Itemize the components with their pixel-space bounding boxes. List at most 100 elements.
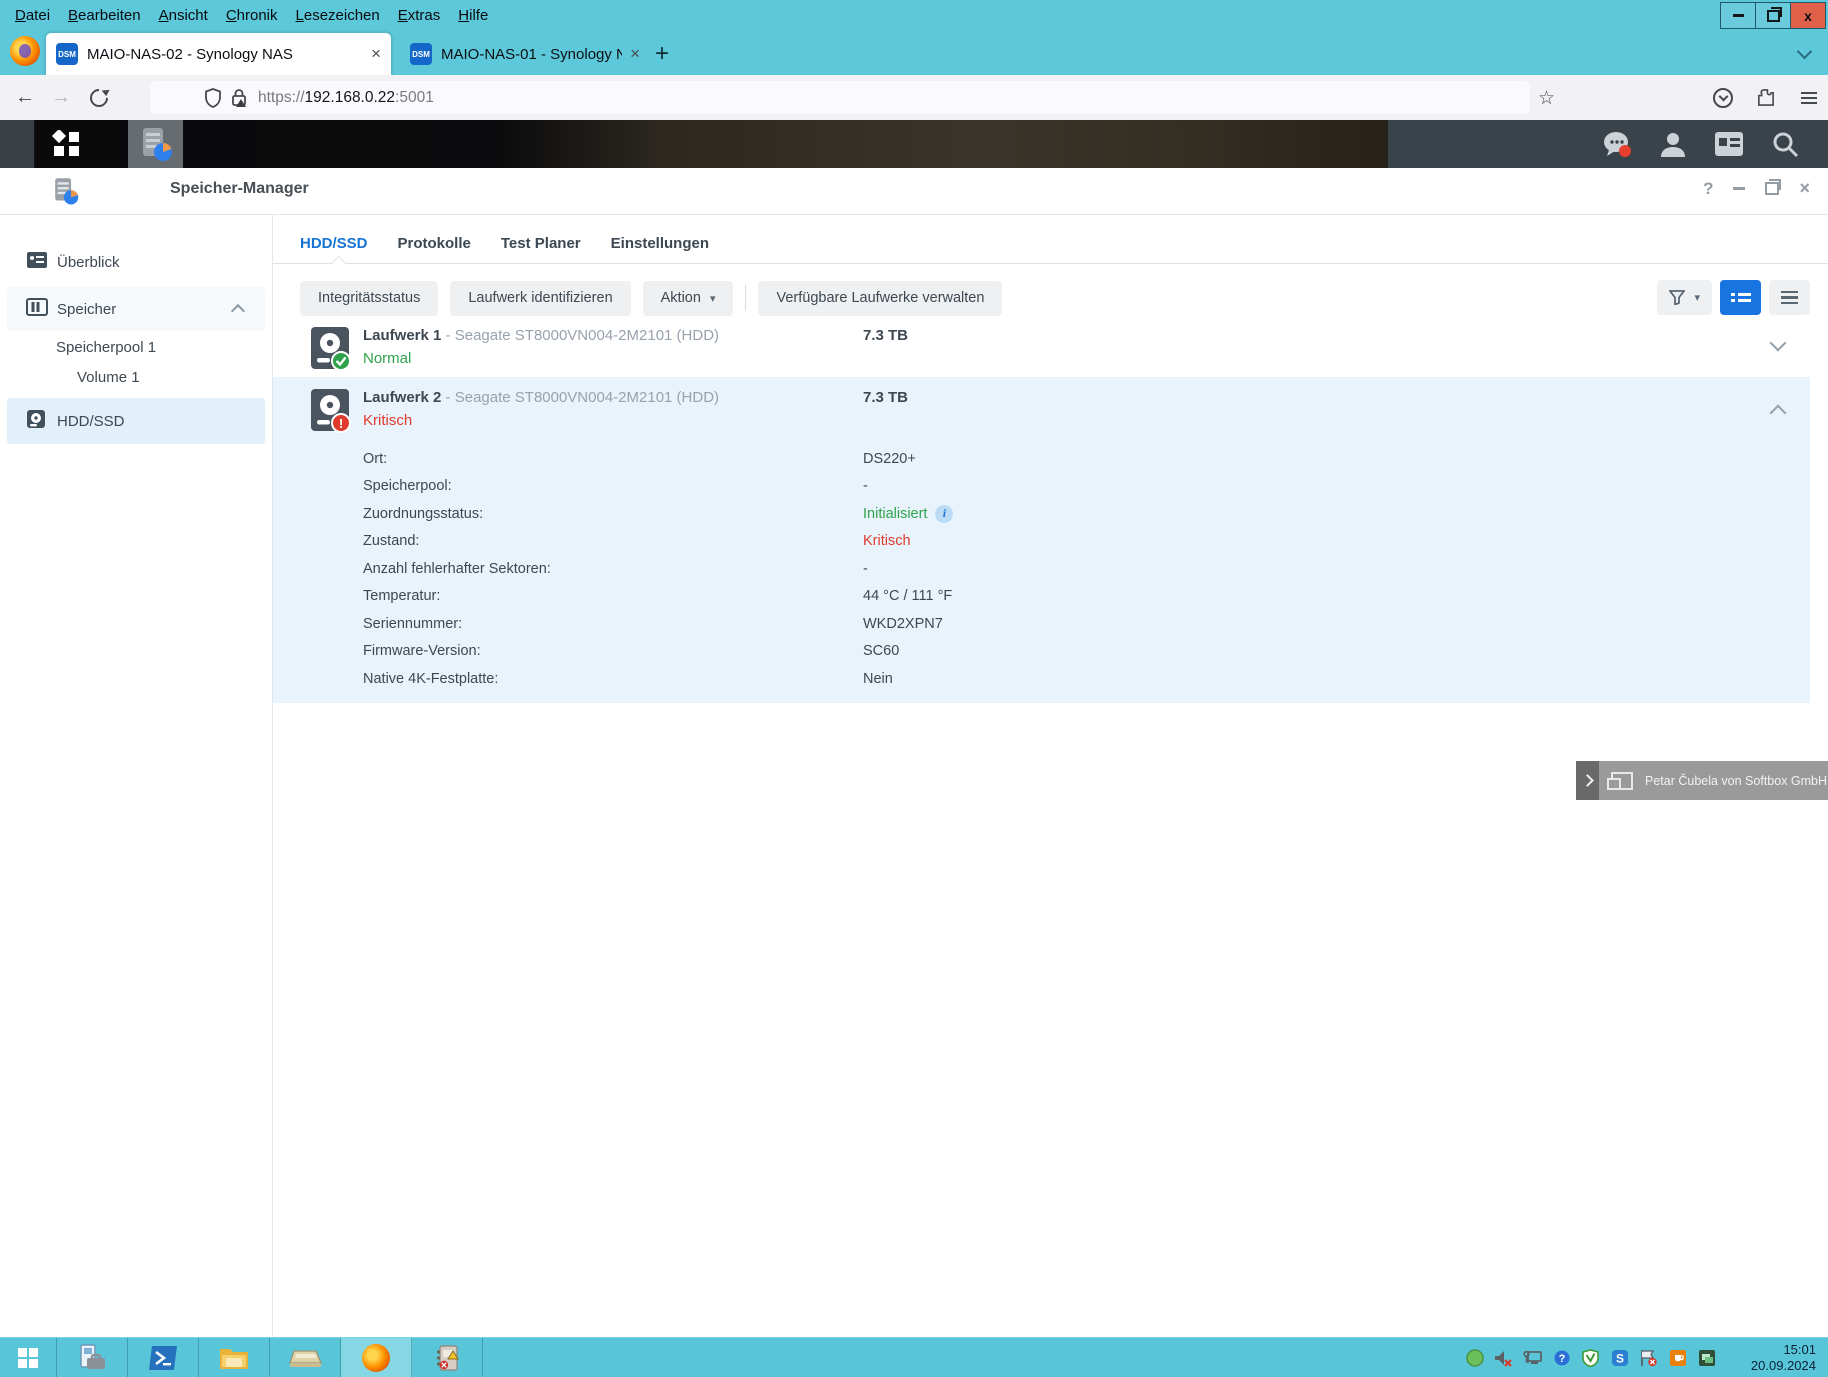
tab-close-icon[interactable]: × bbox=[371, 44, 381, 64]
taskbar-powershell[interactable] bbox=[128, 1338, 199, 1377]
clock-time: 15:01 bbox=[1724, 1342, 1816, 1358]
os-taskbar: ? S 15:01 20.09.2024 bbox=[0, 1337, 1828, 1377]
system-tray: ? S bbox=[1465, 1338, 1724, 1377]
tray-java-update-icon[interactable] bbox=[1668, 1348, 1687, 1367]
detail-row-fehlerhafte-sektoren: Anzahl fehlerhafter Sektoren: - bbox=[363, 555, 1810, 583]
restore-button[interactable] bbox=[1765, 182, 1779, 195]
taskbar-firefox[interactable] bbox=[341, 1338, 412, 1377]
toolbar-right: ▾ bbox=[1657, 280, 1810, 315]
lock-warning-icon[interactable] bbox=[230, 88, 248, 108]
storage-manager-icon bbox=[139, 126, 173, 162]
health-status-button[interactable]: Integritätsstatus bbox=[300, 281, 438, 316]
menu-ansicht[interactable]: Ansicht bbox=[150, 7, 217, 24]
tab-close-icon[interactable]: × bbox=[630, 44, 640, 64]
svg-text:!: ! bbox=[339, 416, 343, 431]
url-bar[interactable]: https://192.168.0.22:5001 bbox=[150, 81, 1530, 114]
manage-available-drives-button[interactable]: Verfügbare Laufwerke verwalten bbox=[758, 281, 1002, 316]
back-button[interactable]: ← bbox=[8, 75, 42, 120]
dsm-taskbar-storage-manager[interactable] bbox=[128, 120, 183, 168]
tab-test-planer[interactable]: Test Planer bbox=[501, 235, 581, 252]
tray-volume-muted-icon[interactable] bbox=[1494, 1348, 1513, 1367]
tab-list-chevron-icon[interactable] bbox=[1799, 44, 1810, 62]
browser-tab-1[interactable]: DSM MAIO-NAS-02 - Synology NAS × bbox=[46, 33, 391, 75]
menu-extras[interactable]: Extras bbox=[389, 7, 450, 24]
overlay-expand-chevron-icon[interactable] bbox=[1576, 761, 1599, 800]
menu-datei[interactable]: Datei bbox=[6, 7, 59, 24]
tab-protokolle[interactable]: Protokolle bbox=[398, 235, 471, 252]
sidebar-item-speicherpool-1[interactable]: Speicherpool 1 bbox=[7, 332, 265, 362]
pocket-icon[interactable] bbox=[1706, 75, 1740, 120]
collapse-chevron-icon[interactable] bbox=[1770, 405, 1787, 422]
remote-session-overlay[interactable]: Petar Čubela von Softbox GmbH bbox=[1576, 761, 1828, 800]
drive-row-2[interactable]: ! Laufwerk 2 - Seagate ST8000VN004-2M210… bbox=[273, 377, 1810, 703]
forward-button[interactable]: → bbox=[44, 75, 78, 120]
identify-drive-button[interactable]: Laufwerk identifizieren bbox=[450, 281, 630, 316]
close-button[interactable]: × bbox=[1799, 178, 1810, 199]
menu-hilfe[interactable]: Hilfe bbox=[449, 7, 497, 24]
taskbar-clock[interactable]: 15:01 20.09.2024 bbox=[1724, 1338, 1828, 1377]
app-menu-hamburger-icon[interactable] bbox=[1792, 75, 1826, 120]
dsm-main-menu-icon[interactable] bbox=[50, 130, 88, 163]
tray-remote-screens-icon[interactable] bbox=[1697, 1348, 1716, 1367]
sidebar-item-label: Volume 1 bbox=[77, 369, 140, 386]
list-view-toggle[interactable] bbox=[1720, 280, 1761, 315]
tab-hdd-ssd[interactable]: HDD/SSD bbox=[300, 235, 368, 252]
tray-antivirus-shield-icon[interactable] bbox=[1581, 1348, 1600, 1367]
drive-size: 7.3 TB bbox=[863, 327, 908, 344]
browser-close-button[interactable]: x bbox=[1790, 2, 1826, 29]
widgets-panel-icon[interactable] bbox=[1714, 129, 1744, 159]
info-icon[interactable]: i bbox=[935, 505, 953, 523]
taskbar-contacts-warning[interactable] bbox=[412, 1338, 483, 1377]
firefox-menubar: Datei Bearbeiten Ansicht Chronik Lesezei… bbox=[0, 0, 1828, 30]
tray-flag-alert-icon[interactable] bbox=[1639, 1348, 1658, 1367]
notifications-icon[interactable] bbox=[1602, 129, 1632, 159]
menu-chronik[interactable]: Chronik bbox=[217, 7, 287, 24]
collapse-chevron-icon[interactable] bbox=[231, 304, 245, 318]
drive-icon-critical: ! bbox=[310, 387, 352, 440]
detail-row-zuordnungsstatus: Zuordnungsstatus: Initialisiert i bbox=[363, 500, 1810, 528]
contacts-book-icon bbox=[434, 1344, 460, 1372]
new-tab-button[interactable]: + bbox=[655, 42, 669, 66]
tray-softbox-icon[interactable] bbox=[1465, 1348, 1484, 1367]
menu-lesezeichen[interactable]: Lesezeichen bbox=[287, 7, 389, 24]
filter-button[interactable]: ▾ bbox=[1657, 280, 1712, 315]
bookmark-star-icon[interactable]: ☆ bbox=[1538, 87, 1555, 110]
sidebar-item-label: Speicherpool 1 bbox=[56, 339, 156, 356]
drive-icon-normal bbox=[310, 325, 352, 378]
url-text: https://192.168.0.22:5001 bbox=[258, 89, 434, 107]
taskbar-scanner[interactable] bbox=[270, 1338, 341, 1377]
browser-tab-2[interactable]: DSM MAIO-NAS-01 - Synology NAS × bbox=[400, 33, 650, 75]
extensions-puzzle-icon[interactable] bbox=[1748, 75, 1782, 120]
menu-bearbeiten[interactable]: Bearbeiten bbox=[59, 7, 150, 24]
taskbar-device-manager[interactable] bbox=[57, 1338, 128, 1377]
search-icon[interactable] bbox=[1770, 129, 1800, 159]
window-header[interactable]: Speicher-Manager ? × bbox=[0, 168, 1828, 215]
sidebar-item-volume-1[interactable]: Volume 1 bbox=[7, 362, 265, 392]
browser-minimize-button[interactable] bbox=[1720, 2, 1756, 29]
dsm-show-desktop-strip[interactable] bbox=[0, 120, 35, 168]
start-button[interactable] bbox=[0, 1338, 57, 1377]
action-dropdown-button[interactable]: Aktion▾ bbox=[643, 281, 734, 316]
compact-view-toggle[interactable] bbox=[1769, 280, 1810, 315]
taskbar-file-explorer[interactable] bbox=[199, 1338, 270, 1377]
expand-chevron-icon[interactable] bbox=[1770, 335, 1787, 352]
browser-restore-button[interactable] bbox=[1755, 2, 1791, 29]
tracking-shield-icon[interactable] bbox=[204, 88, 222, 108]
device-manager-icon bbox=[77, 1344, 107, 1372]
sidebar-item-label: Speicher bbox=[57, 301, 116, 318]
tray-s-app-icon[interactable]: S bbox=[1610, 1348, 1629, 1367]
sidebar-item-ueberblick[interactable]: Überblick bbox=[7, 240, 265, 284]
windows-logo-icon bbox=[18, 1348, 38, 1368]
help-button[interactable]: ? bbox=[1703, 179, 1713, 199]
minimize-button[interactable] bbox=[1733, 187, 1745, 190]
caret-down-icon: ▾ bbox=[710, 292, 716, 305]
reload-button[interactable] bbox=[82, 75, 116, 120]
tray-help-icon[interactable]: ? bbox=[1552, 1348, 1571, 1367]
tab-einstellungen[interactable]: Einstellungen bbox=[611, 235, 709, 252]
user-account-icon[interactable] bbox=[1658, 129, 1688, 159]
drive-row-1[interactable]: Laufwerk 1 - Seagate ST8000VN004-2M2101 … bbox=[273, 315, 1810, 377]
sidebar-item-speicher[interactable]: Speicher bbox=[7, 287, 265, 331]
sidebar-item-hdd-ssd[interactable]: HDD/SSD bbox=[7, 398, 265, 444]
tab-divider bbox=[273, 263, 1828, 264]
tray-network-icon[interactable] bbox=[1523, 1348, 1542, 1367]
